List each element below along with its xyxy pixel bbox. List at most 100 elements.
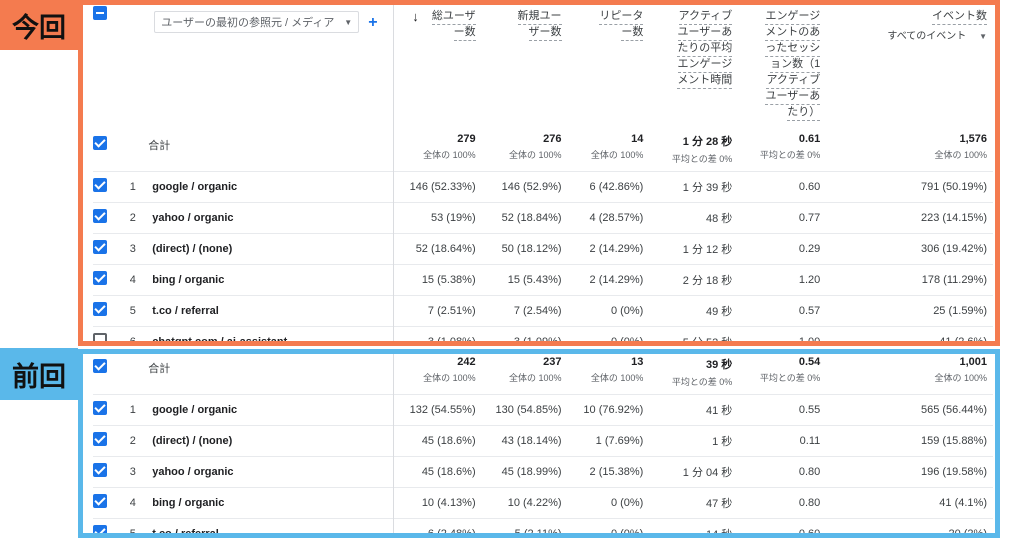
row-index: 5 [125, 294, 149, 326]
col-header-line: アクティブ [678, 9, 733, 25]
metric-cell: 14 秒 [649, 517, 739, 533]
col-header-returning-users[interactable]: リピータ ー数 [568, 5, 650, 131]
metric-cell: 1 (7.69%) [567, 424, 650, 456]
table-row: 4 bing / organic 10 (4.13%) 10 (4.22%) 0 (0%… [93, 486, 993, 518]
metric-cell: 0 (0%) [567, 517, 650, 533]
metric-cell: 1.00 [738, 325, 827, 341]
total-row: 合計 279 全体の 100% 276 全体の 100% 14 全体の 100% 1 分 2… [93, 131, 993, 171]
metric-cell: 0.11 [738, 424, 827, 456]
previous-period-panel: 合計 242 全体の 100% 237 全体の 100% 13 全体の 100% 39 秒平… [78, 349, 1000, 538]
metric-cell: 196 (19.58%) [826, 455, 993, 487]
total-value: 242 [457, 356, 476, 368]
metric-cell: 48 秒 [649, 201, 739, 233]
col-header-line: 新規ユー [517, 9, 562, 25]
table-row: 3 yahoo / organic 45 (18.6%) 45 (18.99%) 2 (… [93, 455, 993, 487]
col-header-text: 総ユーザ ー数 [431, 9, 476, 41]
row-dimension: google / organic [148, 170, 395, 202]
metric-cell: 10 (76.92%) [567, 393, 650, 425]
row-checkbox[interactable] [93, 271, 107, 285]
total-checkbox[interactable] [93, 359, 107, 373]
total-subtext: 全体の 100% [934, 373, 987, 383]
row-dimension: bing / organic [148, 263, 395, 295]
metric-cell: 0.60 [738, 517, 827, 533]
row-checkbox[interactable] [93, 432, 107, 446]
metric-cell: 146 (52.9%) [481, 170, 568, 202]
metric-cell: 2 分 18 秒 [649, 263, 739, 295]
total-value: 279 [457, 133, 476, 145]
metric-cell: 1 分 39 秒 [649, 170, 739, 202]
col-header-new-users[interactable]: 新規ユー ザー数 [482, 5, 568, 131]
metric-cell: 2 (14.29%) [567, 232, 650, 264]
table-row: 1 google / organic 132 (54.55%) 130 (54.85%… [93, 393, 993, 425]
add-dimension-icon[interactable]: + [368, 14, 377, 31]
col-header-text: アクティブ ユーザーあ たりの平均 エンゲージ メント時間 [677, 9, 733, 89]
col-header-line: エンゲージ [677, 57, 733, 73]
metric-cell: 50 (18.12%) [481, 232, 568, 264]
row-index: 3 [125, 455, 149, 487]
row-checkbox[interactable] [93, 463, 107, 477]
col-header-line: たり） [787, 105, 821, 121]
col-header-line: たりの平均 [677, 41, 733, 57]
metric-cell: 1 分 04 秒 [649, 455, 739, 487]
total-row: 合計 242 全体の 100% 237 全体の 100% 13 全体の 100% 39 秒平… [93, 354, 993, 394]
row-checkbox[interactable] [93, 401, 107, 415]
metric-cell: 5 分 52 秒 [649, 325, 739, 341]
col-header-line: イベント数 [932, 9, 987, 25]
row-checkbox[interactable] [93, 525, 107, 533]
metric-cell: 2 (14.29%) [567, 263, 650, 295]
row-dimension: google / organic [148, 393, 395, 425]
row-checkbox[interactable] [93, 209, 107, 223]
total-metric-cell: 14 全体の 100% [568, 131, 650, 171]
metric-cell: 0 (0%) [567, 486, 650, 518]
total-metric-cell: 279 全体の 100% [394, 131, 482, 171]
metric-cell: 4 (28.57%) [567, 201, 650, 233]
metric-cell: 52 (18.64%) [393, 232, 482, 264]
metric-cell: 7 (2.54%) [481, 294, 568, 326]
col-header-event-count[interactable]: イベント数 すべてのイベント ▼ [826, 5, 993, 131]
table-row: 5 t.co / referral 7 (2.51%) 7 (2.54%) 0 (0%)… [93, 294, 993, 326]
metric-cell: 0.29 [738, 232, 827, 264]
table-row: 4 bing / organic 15 (5.38%) 15 (5.43%) 2 (14… [93, 263, 993, 295]
event-filter-select[interactable]: すべてのイベント ▼ [887, 27, 987, 42]
metric-cell: 5 (2.11%) [481, 517, 568, 533]
total-value: 1 分 28 秒 [682, 136, 733, 148]
row-dimension: t.co / referral [148, 517, 395, 533]
col-header-line: ー数 [453, 25, 476, 41]
row-index: 1 [125, 393, 149, 425]
metric-cell: 178 (11.29%) [826, 263, 993, 295]
col-header-engaged-sessions[interactable]: エンゲージ メントのあ ったセッシ ョン数（1 アクティブ ユーザーあ たり） [738, 5, 826, 131]
col-header-total-users[interactable]: ↓ 総ユーザ ー数 [394, 5, 482, 131]
row-checkbox[interactable] [93, 178, 107, 192]
total-metric-cell: 1,001 全体の 100% [826, 354, 993, 394]
metric-cell: 0 (0%) [567, 294, 650, 326]
total-metric-cell: 242 全体の 100% [394, 354, 482, 394]
total-label: 合計 [148, 131, 395, 171]
metric-cell: 41 (4.1%) [826, 486, 993, 518]
total-metric-cell: 13 全体の 100% [568, 354, 650, 394]
total-metric-cell: 237 全体の 100% [482, 354, 568, 394]
total-metric-cell: 1 分 28 秒平均との差 0% [649, 131, 738, 171]
row-checkbox[interactable] [93, 240, 107, 254]
row-index: 6 [125, 325, 149, 341]
dimension-header: ユーザーの最初の参照元 / メディア ▼ + [148, 5, 395, 131]
row-checkbox[interactable] [93, 494, 107, 508]
col-header-avg-engagement-time[interactable]: アクティブ ユーザーあ たりの平均 エンゲージ メント時間 [649, 5, 738, 131]
dimension-select[interactable]: ユーザーの最初の参照元 / メディア ▼ [154, 11, 360, 33]
select-all-checkbox[interactable] [93, 6, 107, 20]
metric-cell: 0 (0%) [567, 325, 650, 341]
total-checkbox[interactable] [93, 136, 107, 150]
metric-cell: 3 (1.08%) [393, 325, 482, 341]
row-checkbox[interactable] [93, 333, 107, 341]
metric-cell: 2 (15.38%) [567, 455, 650, 487]
metric-cell: 41 (2.6%) [826, 325, 993, 341]
metric-cell: 47 秒 [649, 486, 739, 518]
row-checkbox[interactable] [93, 302, 107, 316]
metric-cell: 0.57 [738, 294, 827, 326]
total-value: 39 秒 [706, 359, 733, 371]
total-subtext: 平均との差 0% [759, 373, 821, 383]
metric-cell: 45 (18.6%) [393, 424, 482, 456]
metric-cell: 43 (18.14%) [481, 424, 568, 456]
table-row: 5 t.co / referral 6 (2.48%) 5 (2.11%) 0 (0%)… [93, 517, 993, 533]
total-subtext: 平均との差 0% [671, 377, 733, 387]
metric-cell: 3 (1.09%) [481, 325, 568, 341]
